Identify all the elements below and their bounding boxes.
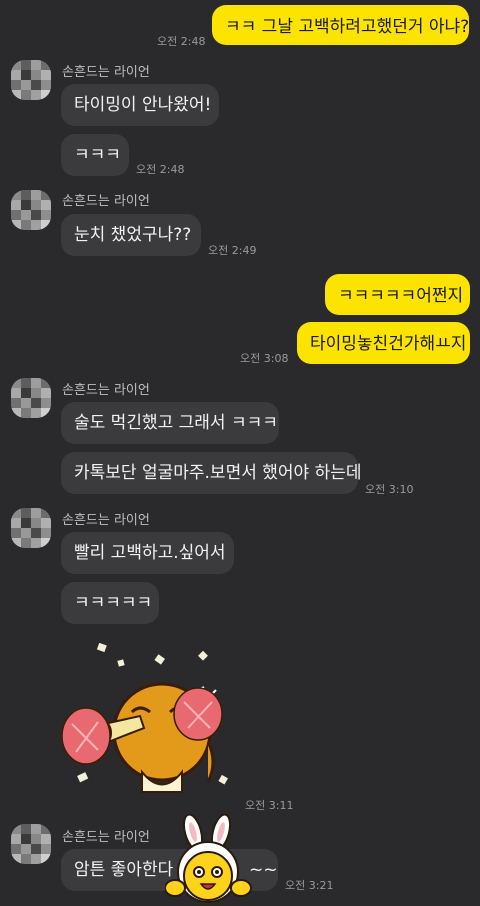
- timestamp: 오전 2:49: [208, 244, 257, 257]
- timestamp: 오전 3:21: [285, 879, 334, 892]
- their-message-bubble[interactable]: 타이밍이 안나왔어!: [61, 84, 219, 126]
- timestamp: 오전 2:48: [157, 35, 206, 48]
- their-message-bubble[interactable]: 빨리 고백하고.싶어서: [61, 532, 234, 574]
- timestamp: 오전 3:10: [365, 483, 414, 496]
- sender-name: 손흔드는 라이언: [62, 65, 150, 80]
- their-message-bubble[interactable]: 눈치 챘었구나??: [61, 214, 201, 256]
- sender-name: 손흔드는 라이언: [62, 383, 150, 398]
- sender-name: 손흔드는 라이언: [62, 830, 150, 845]
- avatar[interactable]: [11, 60, 51, 100]
- avatar[interactable]: [11, 824, 51, 864]
- message-text: 암튼 좋아한다: [74, 860, 174, 880]
- my-message-bubble[interactable]: 타이밍놓친건가해ㅛ지: [297, 322, 470, 364]
- my-message-bubble[interactable]: ㅋㅋ 그날 고백하려고했던거 아냐?: [212, 5, 469, 45]
- their-message-bubble[interactable]: ㅋㅋㅋㅋㅋ: [61, 582, 159, 624]
- sender-name: 손흔드는 라이언: [62, 194, 150, 209]
- timestamp: 오전 2:48: [136, 163, 185, 176]
- timestamp: 오전 3:11: [245, 799, 294, 812]
- sender-name: 손흔드는 라이언: [62, 513, 150, 528]
- their-message-bubble[interactable]: 카톡보단 얼굴마주.보면서 했어야 하는데: [61, 452, 362, 494]
- their-message-bubble[interactable]: ㅋㅋㅋ: [61, 134, 129, 176]
- avatar[interactable]: [11, 508, 51, 548]
- avatar[interactable]: [11, 378, 51, 418]
- avatar[interactable]: [11, 190, 51, 230]
- their-message-bubble[interactable]: 술도 먹긴했고 그래서 ㅋㅋㅋ: [61, 402, 279, 444]
- timestamp: 오전 3:08: [240, 352, 289, 365]
- bunny-hat-character-sticker[interactable]: [165, 814, 255, 906]
- ryan-cheering-sticker[interactable]: [58, 632, 248, 802]
- my-message-bubble[interactable]: ㅋㅋㅋㅋㅋ어쩐지: [325, 274, 470, 315]
